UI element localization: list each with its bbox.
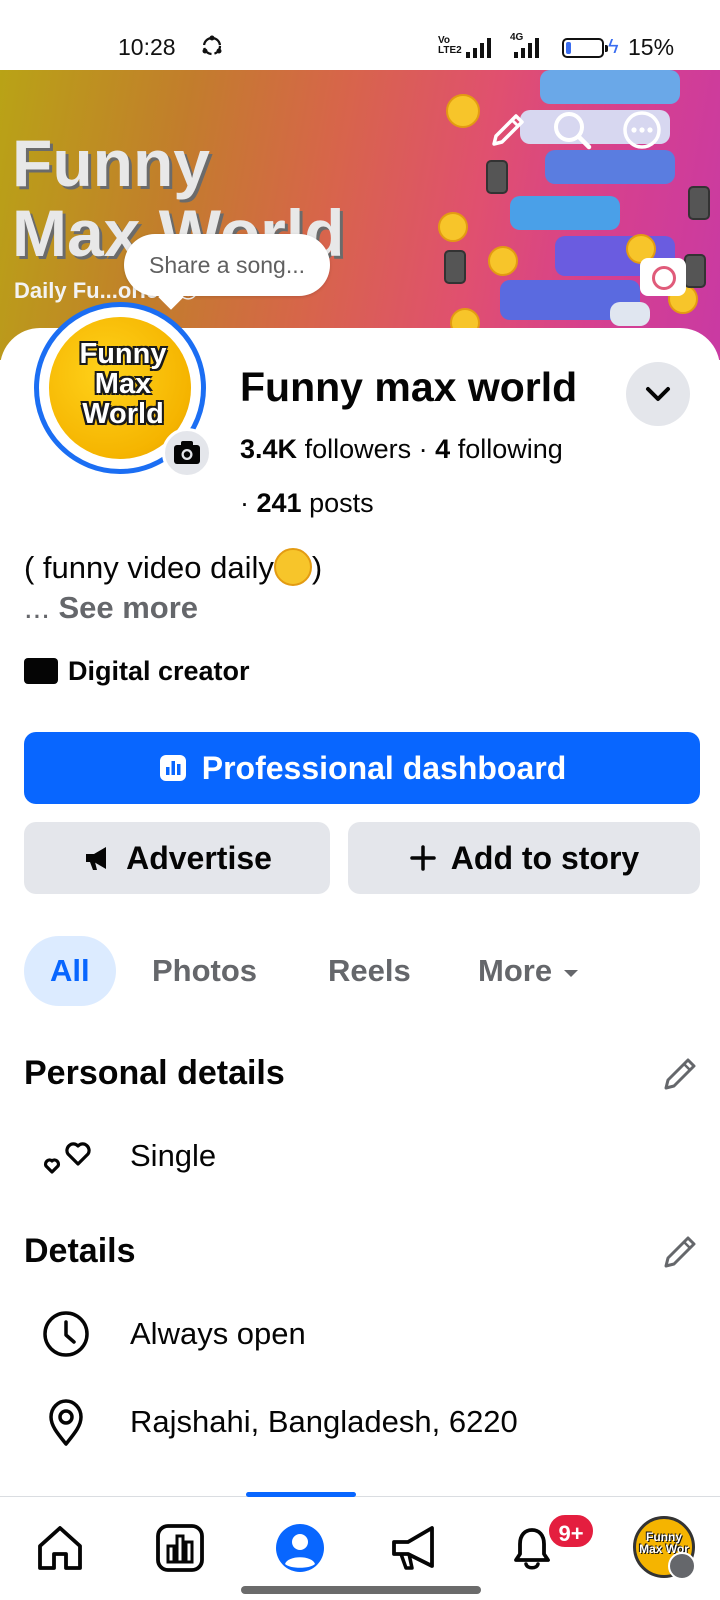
phone-decoration: [486, 160, 508, 194]
follow-stats: 3.4K followers · 4 following: [240, 434, 563, 465]
caret-down-icon: [563, 969, 578, 977]
home-gesture-bar[interactable]: [241, 1586, 481, 1594]
bio: ( funny video daily): [24, 547, 323, 586]
location-text: Rajshahi, Bangladesh, 6220: [130, 1404, 518, 1439]
category-row: Digital creator: [24, 656, 250, 687]
posts-stats: · 241 posts: [240, 488, 374, 519]
chat-bubble-decoration: [540, 70, 680, 104]
ellipsis: ...: [24, 590, 50, 625]
location-row: Rajshahi, Bangladesh, 6220: [24, 1392, 518, 1452]
chevron-down-icon: [646, 387, 670, 401]
laughing-emoji-decoration: [438, 212, 468, 242]
laughing-face-emoji-icon: [273, 547, 312, 586]
professional-dashboard-label: Professional dashboard: [201, 749, 567, 786]
professional-dashboard-button[interactable]: Professional dashboard: [24, 732, 700, 804]
add-to-story-label: Add to story: [450, 839, 640, 876]
home-icon[interactable]: [32, 1520, 88, 1576]
edit-cover-camera-icon[interactable]: [640, 258, 686, 296]
share-song-bubble[interactable]: Share a song...: [124, 234, 330, 296]
menu-hamburger-icon: [668, 1552, 696, 1580]
posts-count: 241: [256, 488, 302, 518]
megaphone-icon: [86, 847, 107, 870]
signal-icon-2: [514, 36, 539, 58]
bio-close: ): [311, 550, 323, 585]
tab-more-label: More: [478, 953, 553, 988]
advertise-button[interactable]: Advertise: [24, 822, 330, 894]
laughing-emoji-decoration: [446, 94, 480, 128]
profile-icon[interactable]: [272, 1520, 328, 1576]
following-label[interactable]: following: [458, 434, 563, 464]
menu-avatar-text: Funny Max Wor: [639, 1530, 689, 1556]
hours-text: Always open: [130, 1316, 306, 1351]
add-to-story-button[interactable]: Add to story: [348, 822, 700, 894]
tab-more[interactable]: More: [478, 936, 581, 1006]
active-tab-indicator: [246, 1492, 356, 1497]
relationship-row: Single: [24, 1126, 216, 1186]
status-time: 10:28: [118, 34, 176, 60]
tab-all[interactable]: All: [24, 936, 116, 1006]
signal-icon: [466, 36, 491, 58]
battery-fill: [566, 42, 571, 54]
edit-pencil-icon[interactable]: [660, 1054, 700, 1094]
edit-pencil-icon[interactable]: [660, 1232, 700, 1272]
pencil-icon[interactable]: [484, 106, 532, 154]
advertise-label: Advertise: [126, 839, 272, 876]
battery-icon: [562, 38, 608, 58]
plus-icon: [410, 845, 436, 871]
charging-icon: ϟ: [608, 36, 619, 58]
clock-icon: [43, 1311, 89, 1357]
status-bar: 10:28 Vo LTE2 4G ϟ 15%: [0, 0, 720, 70]
search-icon[interactable]: [548, 106, 596, 154]
tab-photos[interactable]: Photos: [152, 936, 257, 1006]
location-pin-icon: [49, 1399, 83, 1446]
following-count[interactable]: 4: [435, 434, 450, 464]
dashboard-chart-icon: [159, 755, 186, 781]
avatar-logo-text: Funny Max World: [79, 338, 167, 430]
cover-title-line1: Funny: [12, 126, 210, 200]
relationship-text: Single: [130, 1138, 217, 1173]
megaphone-icon[interactable]: [388, 1520, 444, 1576]
see-more-row: ... See more: [24, 590, 198, 626]
chat-bubble-decoration: [510, 196, 620, 230]
bio-text: ( funny video daily: [24, 550, 274, 585]
volte-indicator: Vo LTE2: [438, 35, 462, 56]
posts-label: posts: [309, 488, 374, 518]
stats-separator: ·: [418, 434, 428, 464]
battery-percent: 15%: [628, 34, 675, 60]
phone-decoration: [444, 250, 466, 284]
followers-count[interactable]: 3.4K: [240, 434, 297, 464]
more-options-icon[interactable]: [618, 106, 666, 154]
see-more-link[interactable]: See more: [58, 590, 198, 625]
edit-avatar-camera-button[interactable]: [162, 428, 212, 478]
laughing-emoji-decoration: [488, 246, 518, 276]
category-label: Digital creator: [68, 656, 250, 686]
notification-badge: 9+: [546, 1512, 596, 1550]
camera-icon: [174, 441, 200, 464]
dashboard-icon[interactable]: [152, 1520, 208, 1576]
sync-icon: [202, 35, 222, 56]
details-title: Details: [24, 1232, 136, 1270]
clapperboard-icon: [24, 657, 58, 684]
hours-row: Always open: [24, 1304, 306, 1364]
bottom-navigation: [0, 1496, 720, 1600]
chat-bubble-decoration: [545, 150, 675, 184]
profile-name: Funny max world: [240, 364, 578, 410]
phone-decoration: [688, 186, 710, 220]
phone-decoration: [684, 254, 706, 288]
hearts-icon: [43, 1142, 91, 1174]
followers-label[interactable]: followers: [305, 434, 412, 464]
chat-bubble-decoration: [610, 302, 650, 326]
profile-options-button[interactable]: [626, 362, 690, 426]
personal-details-title: Personal details: [24, 1054, 285, 1092]
stats-separator: ·: [240, 488, 249, 518]
tab-reels[interactable]: Reels: [328, 936, 411, 1006]
